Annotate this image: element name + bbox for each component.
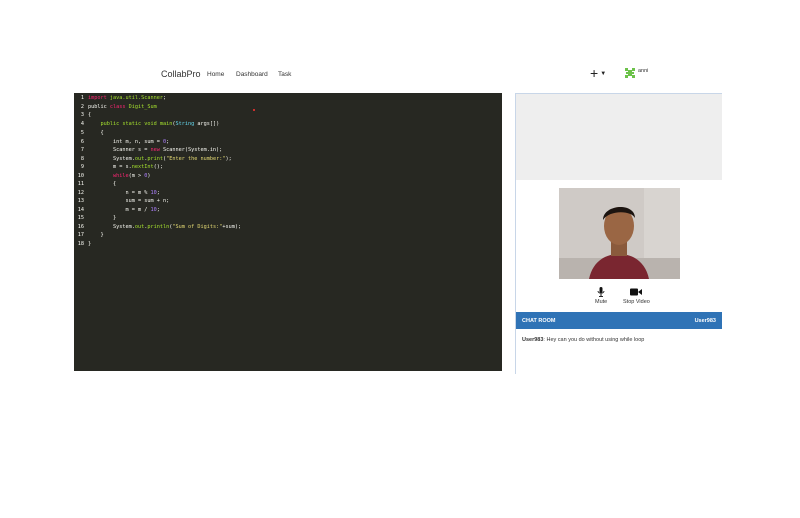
mute-label: Mute	[595, 299, 608, 305]
code-line: 11 {	[77, 181, 117, 187]
plus-icon: +	[590, 65, 599, 81]
nav-dashboard-link[interactable]: Dashboard	[236, 71, 268, 78]
chat-message-user: User983	[522, 337, 544, 343]
code-line: 13 sum = sum + n;	[77, 198, 170, 204]
stop-video-button[interactable]: Stop Video	[623, 287, 650, 305]
caret-down-icon: ▼	[600, 71, 607, 78]
chat-message-text: Hey can you do without using while loop	[546, 337, 645, 343]
right-panel: Mute Stop Video CHAT ROOM User983 User98…	[515, 93, 722, 374]
nav-home-link[interactable]: Home	[207, 71, 224, 78]
user-menu[interactable]: anni	[624, 67, 648, 79]
code-line: 14 m = m / 10;	[77, 206, 160, 213]
webcam-image	[559, 188, 680, 279]
chat-message: User983: Hey can you do without using wh…	[522, 337, 645, 343]
chat-current-user: User983	[694, 317, 716, 324]
chat-room-header: CHAT ROOM User983	[516, 312, 722, 329]
code-line: 12 n = m % 10;	[77, 189, 160, 196]
code-line: 8 System.out.print("Enter the number:");	[80, 155, 232, 162]
username-label: anni	[638, 68, 649, 74]
stop-video-label: Stop Video	[623, 299, 650, 305]
add-menu-button[interactable]: + ▼	[590, 64, 606, 83]
code-line: 9 m = s.nextInt();	[80, 164, 163, 170]
code-line: 3{	[80, 112, 92, 118]
code-editor[interactable]: 1 import java.util.Scanner; 2 public class…	[74, 93, 502, 371]
error-marker	[253, 109, 255, 111]
code-line: 15 }	[77, 215, 117, 221]
local-video	[559, 188, 680, 279]
code-line: 5 {	[80, 129, 104, 136]
avatar-icon	[624, 67, 636, 79]
remote-video-area	[516, 94, 722, 180]
code-line: 17 }	[77, 232, 104, 238]
brand-logo[interactable]: CollabPro	[161, 69, 201, 79]
nav-task-link[interactable]: Task	[278, 71, 291, 78]
video-camera-icon	[630, 288, 643, 296]
mute-button[interactable]: Mute	[595, 287, 607, 305]
code-line: 18}	[77, 240, 92, 247]
code-line: 7 Scanner s = new Scanner(System.in);	[80, 147, 223, 153]
code-line: 6 int m, n, sum = 0;	[80, 138, 170, 145]
code-line: 2 public class Digit_Sum	[80, 103, 157, 110]
microphone-icon	[597, 287, 605, 297]
code-line: 4 public static void main(String args[])	[80, 121, 220, 127]
chat-room-title: CHAT ROOM	[522, 317, 556, 324]
code-line: 16 System.out.println("Sum of Digits:"+s…	[77, 223, 242, 230]
code-line: 10 while(m > 0)	[77, 172, 151, 179]
code-line: 1 import java.util.Scanner;	[80, 95, 167, 101]
